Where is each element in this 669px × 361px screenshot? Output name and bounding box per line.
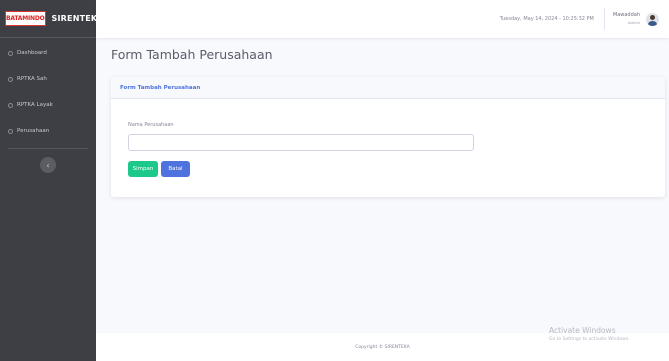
circle-icon — [8, 76, 13, 82]
copyright-text: Copyright © SIRENTEKA — [355, 344, 410, 350]
user-info: Mawaddah Admin — [613, 12, 640, 26]
cancel-button[interactable]: Batal — [161, 161, 190, 177]
company-name-input[interactable] — [128, 134, 474, 151]
topbar: Tuesday, May 14, 2024 - 10:25:32 PM Mawa… — [96, 0, 669, 38]
chevron-left-icon: ‹ — [46, 160, 50, 170]
watermark-title: Activate Windows — [549, 326, 616, 335]
sidebar: BATAMINDO SIRENTEKA Dashboard RPTKA Sah … — [0, 0, 104, 361]
avatar[interactable] — [646, 12, 659, 26]
page-title: Form Tambah Perusahaan — [111, 47, 273, 62]
sidebar-nav: Dashboard RPTKA Sah RPTKA Layak Perusaha… — [0, 38, 96, 144]
company-name-label: Nama Perusahaan — [128, 122, 174, 128]
sidebar-item-label: RPTKA Sah — [17, 76, 47, 82]
avatar-head — [650, 14, 655, 20]
circle-icon — [8, 50, 13, 56]
watermark-subtitle: Go to Settings to activate Windows. — [549, 337, 630, 342]
card-title: Form Tambah Perusahaan — [120, 84, 201, 91]
circle-icon — [8, 128, 13, 134]
form-card: Form Tambah Perusahaan Nama Perusahaan S… — [111, 77, 665, 197]
sidebar-item-perusahaan[interactable]: Perusahaan — [0, 118, 96, 144]
sidebar-item-label: RPTKA Layak — [17, 102, 53, 108]
brand-logo: BATAMINDO — [5, 11, 46, 26]
save-button[interactable]: Simpan — [128, 161, 158, 177]
avatar-body — [648, 20, 657, 26]
datetime-display: Tuesday, May 14, 2024 - 10:25:32 PM — [499, 16, 594, 22]
brand-logo-text: BATAMINDO — [6, 15, 45, 22]
sidebar-toggle-button[interactable]: ‹ — [40, 157, 56, 173]
sidebar-item-dashboard[interactable]: Dashboard — [0, 40, 96, 66]
sidebar-item-rptka-layak[interactable]: RPTKA Layak — [0, 92, 96, 118]
sidebar-item-label: Dashboard — [17, 50, 47, 56]
sidebar-item-rptka-sah[interactable]: RPTKA Sah — [0, 66, 96, 92]
user-role: Admin — [627, 20, 640, 25]
user-menu[interactable]: Mawaddah Admin — [613, 12, 659, 26]
topbar-divider — [603, 8, 605, 30]
user-name: Mawaddah — [612, 12, 640, 18]
card-header: Form Tambah Perusahaan — [111, 77, 665, 99]
brand[interactable]: BATAMINDO SIRENTEKA — [0, 0, 104, 38]
activation-watermark: Activate Windows Go to Settings to activ… — [549, 326, 630, 344]
sidebar-divider — [8, 148, 88, 149]
circle-icon — [8, 102, 13, 108]
sidebar-item-label: Perusahaan — [17, 128, 50, 134]
